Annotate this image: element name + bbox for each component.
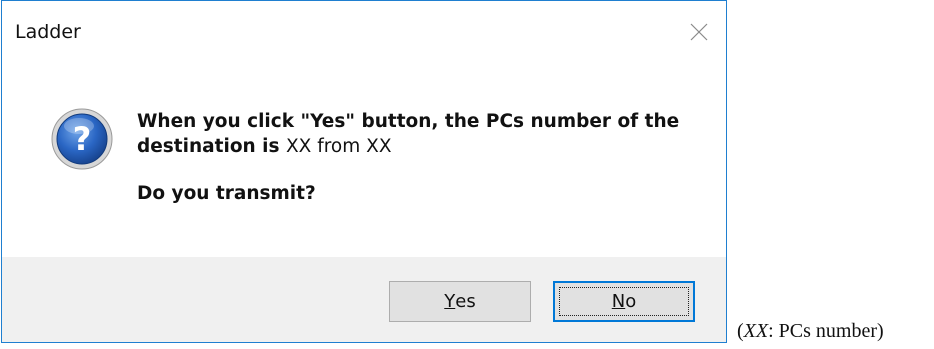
- close-icon: [690, 23, 708, 41]
- caption-open: (: [737, 320, 744, 342]
- message-value-source: XX: [366, 136, 392, 157]
- question-icon: ?: [51, 108, 113, 170]
- dialog-content: ? When you click "Yes" button, the PCs n…: [2, 67, 726, 257]
- yes-button-label-rest: es: [455, 291, 476, 312]
- message-text: When you click "Yes" button, the PCs num…: [137, 109, 697, 206]
- caption-rest: : PCs number): [768, 320, 884, 342]
- no-button[interactable]: No: [553, 281, 695, 322]
- figure-caption: (XX: PCs number): [737, 320, 884, 343]
- message-dialog: Ladder ? When you click "Yes" button, th…: [1, 0, 727, 343]
- focus-rectangle: [559, 287, 689, 316]
- window-title: Ladder: [15, 21, 81, 43]
- caption-variable: XX: [743, 320, 769, 342]
- button-bar: Yes No: [2, 257, 726, 342]
- close-button[interactable]: [686, 19, 712, 45]
- yes-button[interactable]: Yes: [389, 281, 531, 322]
- message-line-1: When you click "Yes" button, the PCs num…: [137, 111, 680, 132]
- title-bar[interactable]: Ladder: [2, 1, 726, 67]
- message-line-2: destination is XX from XX: [137, 134, 697, 159]
- yes-button-mnemonic: Y: [444, 291, 456, 312]
- message-line-2-mid: from: [311, 136, 367, 157]
- message-line-2-prefix: destination is: [137, 136, 286, 157]
- svg-text:?: ?: [73, 120, 92, 158]
- message-question: Do you transmit?: [137, 183, 316, 204]
- message-value-destination: XX: [285, 136, 312, 157]
